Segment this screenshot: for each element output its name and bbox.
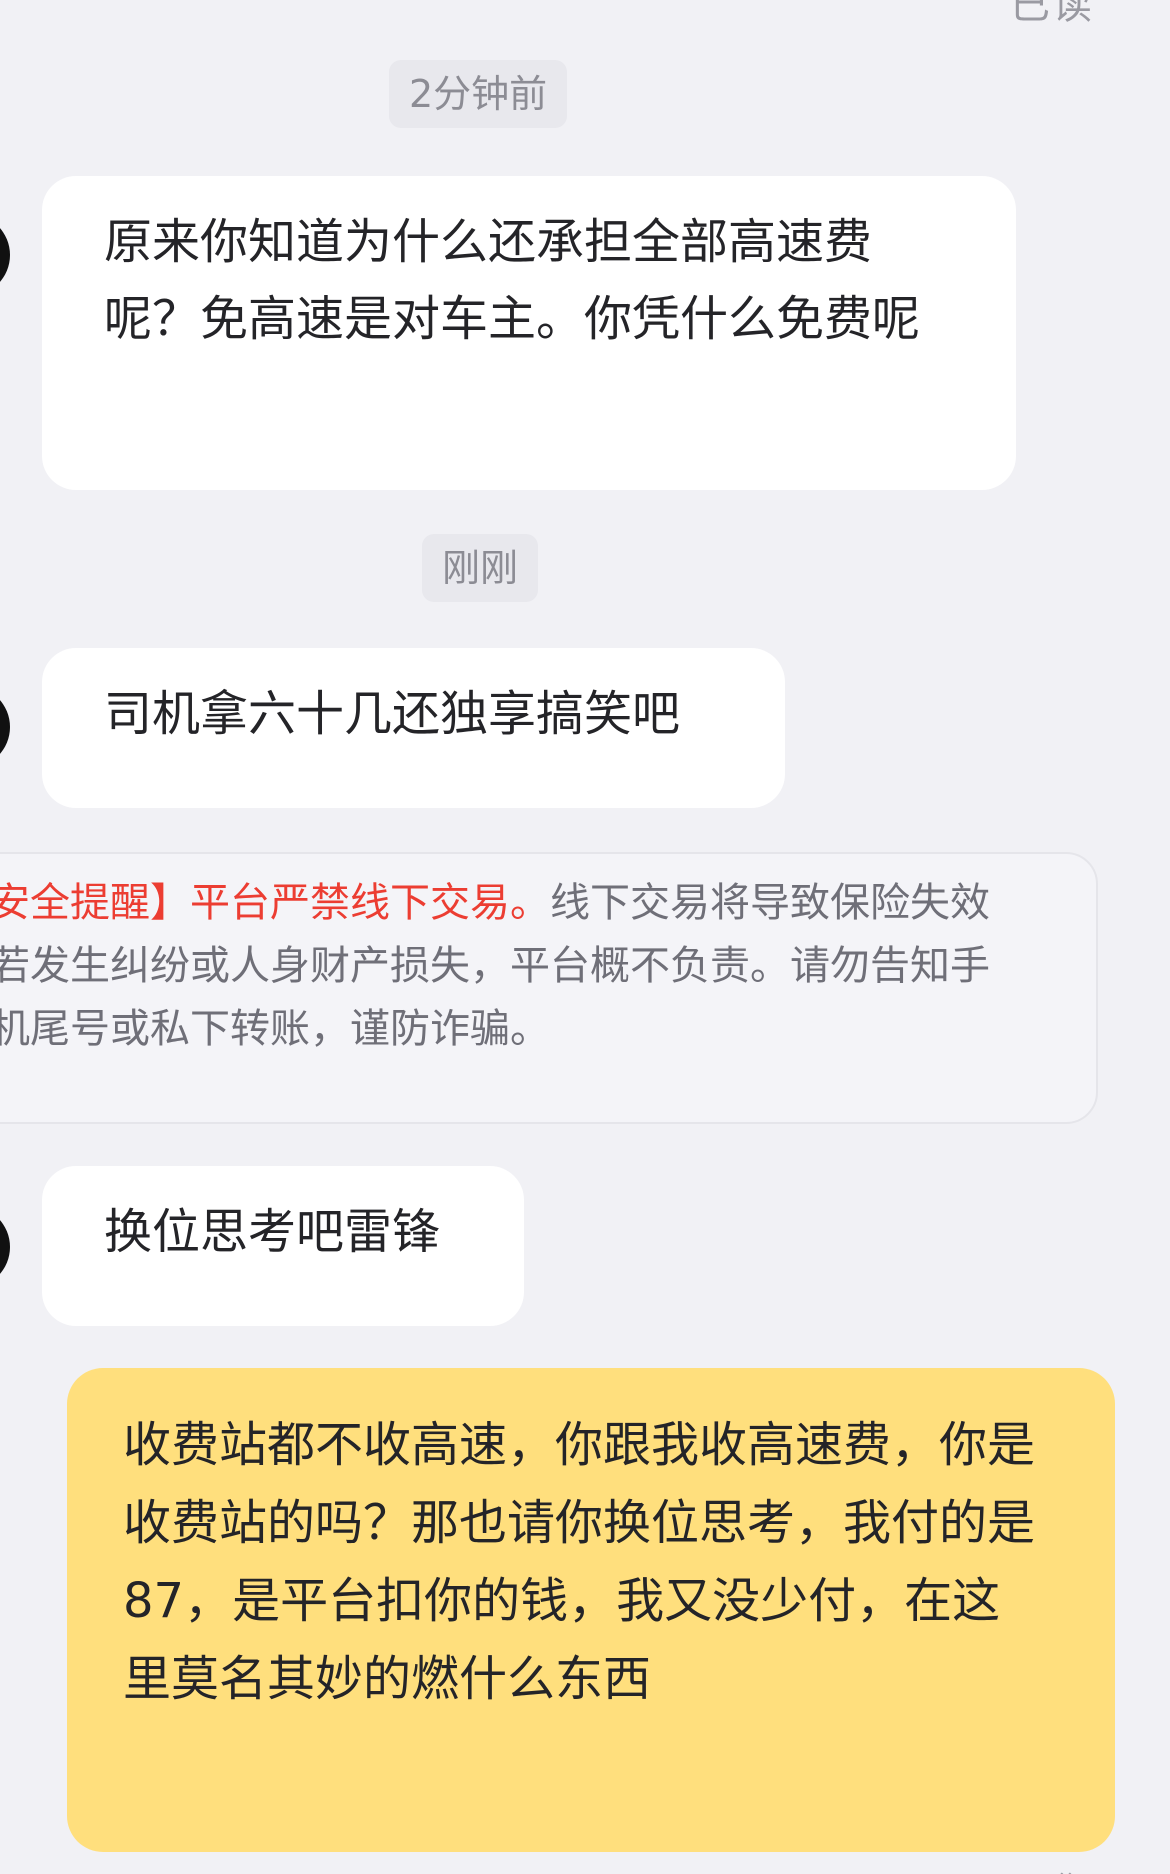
safety-notice-red-text: 安全提醒】平台严禁线下交易。 bbox=[0, 880, 550, 926]
outgoing-message-bubble[interactable]: 收费站都不收高速，你跟我收高速费，你是收费站的吗？那也请你换位思考，我付的是87… bbox=[67, 1368, 1115, 1852]
chat-screen: 已读 2分钟前 原来你知道为什么还承担全部高速费呢？免高速是对车主。你凭什么免费… bbox=[0, 0, 1170, 1874]
safety-notice: 安全提醒】平台严禁线下交易。线下交易将导致保险失效若发生纠纷或人身财产损失，平台… bbox=[0, 852, 1098, 1124]
contact-avatar-icon[interactable] bbox=[0, 214, 10, 296]
incoming-message-bubble[interactable]: 司机拿六十几还独享搞笑吧 bbox=[42, 648, 785, 808]
contact-avatar-icon[interactable] bbox=[0, 686, 10, 768]
incoming-message-bubble[interactable]: 原来你知道为什么还承担全部高速费呢？免高速是对车主。你凭什么免费呢 bbox=[42, 176, 1016, 490]
message-status-mark: ⌄ bbox=[1055, 1856, 1077, 1874]
contact-avatar-icon[interactable] bbox=[0, 1206, 10, 1288]
incoming-message-bubble[interactable]: 换位思考吧雷锋 bbox=[42, 1166, 524, 1326]
read-status: 已读 bbox=[1010, 0, 1094, 28]
timestamp-divider: 刚刚 bbox=[422, 534, 539, 602]
timestamp-divider: 2分钟前 bbox=[389, 60, 568, 128]
